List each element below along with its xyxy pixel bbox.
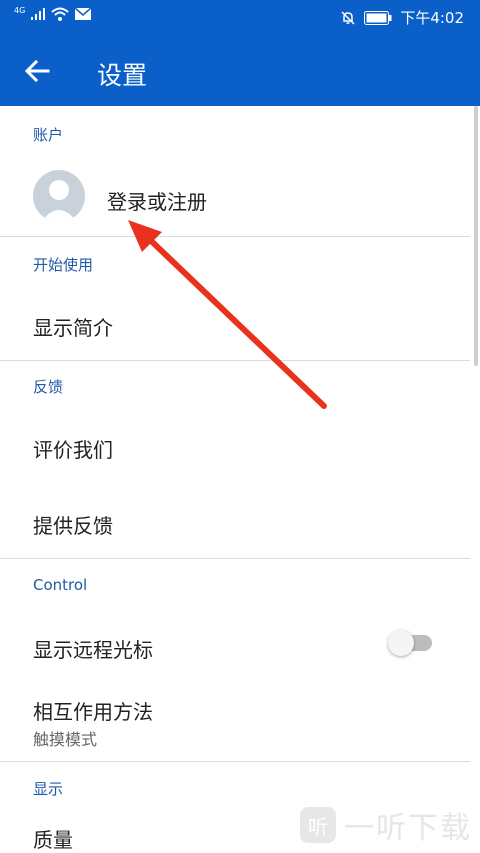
toggle-thumb <box>388 630 414 656</box>
section-header-account: 账户 <box>33 126 64 144</box>
network-type: 4G <box>14 5 26 15</box>
section-header-feedback: 反馈 <box>33 378 64 396</box>
back-arrow-icon[interactable] <box>20 54 54 88</box>
status-time: 下午4:02 <box>400 9 464 27</box>
divider <box>0 558 470 559</box>
settings-list: 账户 登录或注册 开始使用 显示简介 反馈 评价我们 提供反馈 Control … <box>0 106 480 853</box>
mute-icon <box>341 10 355 25</box>
avatar <box>33 170 85 222</box>
rate-us-label: 评价我们 <box>33 438 113 462</box>
interaction-method-label: 相互作用方法 <box>33 700 153 724</box>
status-bar: 4G 下午4:02 <box>0 0 480 34</box>
login-register-item[interactable]: 登录或注册 <box>0 156 470 236</box>
section-header-control: Control <box>33 576 88 594</box>
watermark-logo: 听 <box>300 807 336 843</box>
interaction-method-item[interactable]: 相互作用方法 触摸模式 <box>0 684 470 760</box>
battery-icon <box>364 10 392 25</box>
scrollbar[interactable] <box>474 106 478 366</box>
mail-icon <box>75 8 92 20</box>
give-feedback-label: 提供反馈 <box>33 514 113 538</box>
interaction-method-value: 触摸模式 <box>33 730 98 749</box>
show-intro-item[interactable]: 显示简介 <box>0 286 470 360</box>
page-title: 设置 <box>97 61 148 90</box>
divider <box>0 360 470 361</box>
divider <box>0 236 470 237</box>
give-feedback-item[interactable]: 提供反馈 <box>0 484 470 558</box>
section-header-display: 显示 <box>33 780 64 798</box>
wifi-icon <box>51 7 69 21</box>
login-register-label: 登录或注册 <box>107 190 207 214</box>
watermark: 听 一听下载 <box>300 803 472 847</box>
rate-us-item[interactable]: 评价我们 <box>0 408 470 484</box>
remote-cursor-toggle[interactable] <box>388 630 434 656</box>
watermark-text: 一听下载 <box>344 811 472 846</box>
divider <box>0 761 470 762</box>
show-remote-cursor-label: 显示远程光标 <box>33 638 153 662</box>
signal-icon <box>31 8 46 20</box>
show-intro-label: 显示简介 <box>33 316 113 340</box>
quality-label: 质量 <box>33 828 73 852</box>
section-header-getting-started: 开始使用 <box>33 256 94 274</box>
app-bar: 4G 下午4:02 设置 <box>0 0 480 106</box>
